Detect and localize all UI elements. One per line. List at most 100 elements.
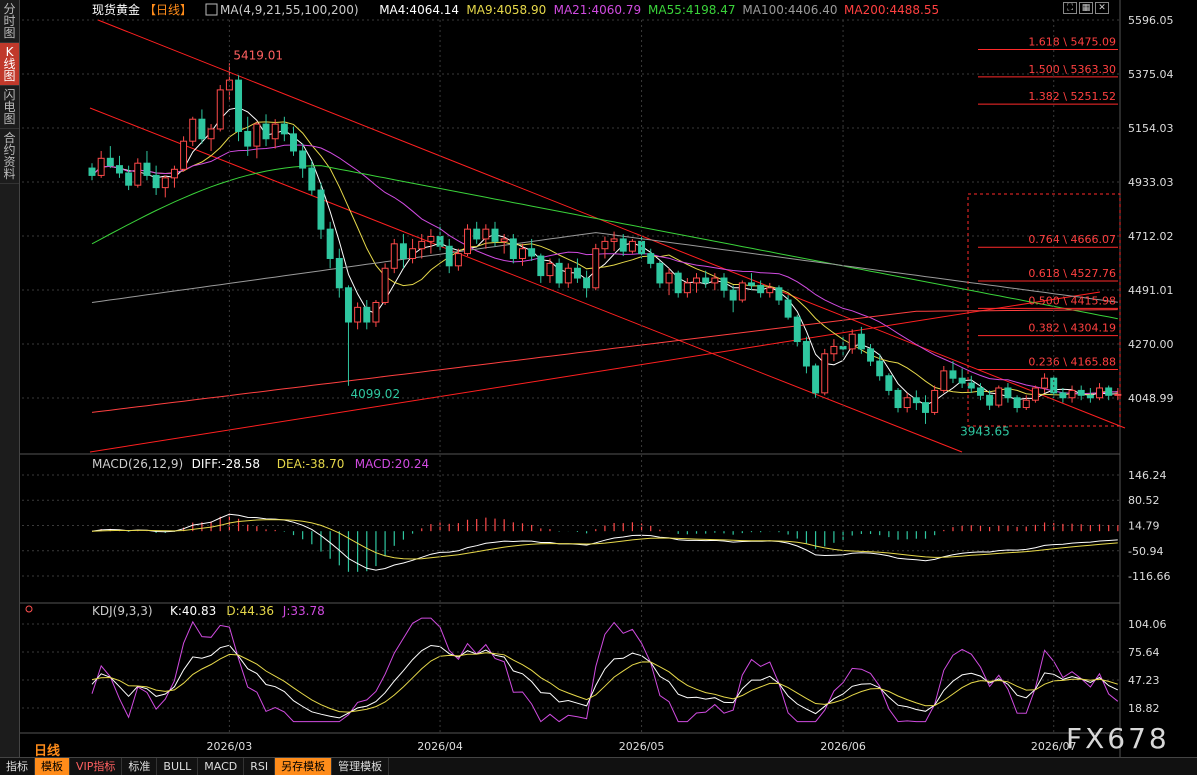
ma200-line — [91, 309, 1118, 413]
candle-body — [885, 375, 893, 391]
candle-body — [1013, 397, 1021, 409]
sidebar-tab-3[interactable]: 合约资料 — [0, 129, 19, 184]
candle-body — [537, 255, 545, 277]
toolbar-item-1[interactable]: 模板 — [35, 758, 70, 775]
candle — [564, 263, 572, 288]
macd-legend-3: MACD:20.24 — [355, 457, 429, 471]
fib-label-3: 0.764 \ 4666.07 — [1028, 233, 1116, 246]
fullscreen-icon[interactable]: ⛶ — [1063, 2, 1077, 14]
candle-body — [1105, 387, 1113, 396]
candle — [88, 163, 96, 181]
toolbar-item-2[interactable]: VIP指标 — [70, 758, 123, 775]
candle — [958, 368, 966, 388]
candle-body — [1114, 393, 1122, 396]
candle — [216, 85, 224, 132]
candle — [1086, 387, 1094, 403]
toolbar-item-4[interactable]: BULL — [157, 758, 199, 775]
candle-body — [1077, 389, 1085, 396]
toolbar-item-3[interactable]: 标准 — [122, 758, 158, 775]
candle-body — [88, 167, 96, 176]
candle-body — [821, 353, 829, 394]
candle-body — [876, 360, 884, 377]
kdj-axis-label: 47.23 — [1128, 674, 1160, 687]
toolbar-item-7[interactable]: 另存模板 — [275, 758, 333, 775]
candle-body — [418, 240, 426, 250]
candle-body — [152, 174, 160, 189]
toolbar-item-8[interactable]: 管理模板 — [332, 758, 390, 775]
candle-body — [97, 157, 105, 176]
sidebar-tab-1[interactable]: K线图 — [0, 43, 19, 86]
candle-body — [528, 248, 536, 257]
candle-body — [931, 389, 939, 413]
candle-body — [482, 228, 490, 240]
price-axis-label: 4048.99 — [1128, 392, 1174, 405]
candle-body — [555, 262, 563, 284]
toolbar-item-0[interactable]: 指标 — [0, 758, 35, 775]
price-axis-label: 5154.03 — [1128, 122, 1174, 135]
macd-axis-label: 146.24 — [1128, 469, 1167, 482]
candle-body — [729, 289, 737, 301]
candle — [106, 146, 114, 169]
candle-body — [216, 89, 224, 130]
candle — [729, 285, 737, 313]
window-buttons: ⛶ ▦ ✕ — [1063, 2, 1109, 14]
ma-legend-1: MA4:4064.14 — [379, 3, 459, 17]
sidebar-tab-2[interactable]: 闪电图 — [0, 86, 19, 129]
candle-body — [619, 238, 627, 252]
sidebar-tab-0[interactable]: 分时图 — [0, 0, 19, 43]
ma-legend-0: MA(4,9,21,55,100,200) — [220, 3, 359, 17]
candle — [940, 365, 948, 393]
candle — [1068, 385, 1076, 403]
kdj-settings-icon — [25, 605, 33, 613]
candle-body — [583, 277, 591, 289]
candle-body — [125, 172, 133, 186]
candle — [464, 224, 472, 257]
price-axis-label: 5375.04 — [1128, 68, 1174, 81]
candle-body — [766, 287, 774, 294]
candle — [848, 329, 856, 354]
candle-body — [381, 267, 389, 303]
candle — [601, 236, 609, 259]
fib-label-5: 0.500 \ 4415.98 — [1028, 294, 1116, 307]
candle — [821, 348, 829, 396]
candle-body — [308, 167, 316, 191]
toolbar-item-6[interactable]: RSI — [244, 758, 276, 775]
fx678-logo: FX678 — [1066, 722, 1170, 755]
grid-icon[interactable]: ▦ — [1079, 2, 1093, 14]
period-title: 【日线】 — [144, 3, 192, 17]
candle-body — [693, 277, 700, 284]
candle-body — [454, 253, 462, 267]
candle — [912, 390, 920, 410]
close-icon[interactable]: ✕ — [1095, 2, 1109, 14]
candle-body — [747, 282, 755, 286]
candle — [482, 224, 490, 249]
candle-body — [363, 306, 371, 323]
macd-legend-2: DEA:-38.70 — [277, 457, 345, 471]
candle-body — [299, 150, 307, 169]
kdj-axis-label: 18.82 — [1128, 702, 1160, 715]
candle-body — [757, 284, 765, 294]
candle-body — [161, 177, 169, 189]
candle-body — [976, 387, 984, 396]
candle-body — [519, 248, 526, 259]
fib-label-6: 0.382 \ 4304.19 — [1028, 322, 1116, 335]
chart-area[interactable]: 5596.05 5375.04 5154.03 4933.03 4712.02 4491.… — [20, 0, 1197, 757]
candle — [656, 260, 664, 288]
candle-body — [1068, 389, 1076, 399]
candle-body — [372, 301, 380, 323]
candle-body — [958, 377, 966, 384]
macd-axis-label: -50.94 — [1128, 545, 1163, 558]
toolbar-item-5[interactable]: MACD — [198, 758, 245, 775]
candle-body — [170, 168, 178, 179]
candle-body — [262, 123, 270, 140]
kdj-legend-1: K:40.83 — [170, 604, 216, 618]
candle-body — [830, 345, 838, 355]
macd-axis-label: 80.52 — [1128, 494, 1160, 507]
candle — [134, 158, 142, 188]
candle-body — [986, 394, 994, 406]
candle-body — [656, 262, 664, 284]
candle-body — [995, 387, 1003, 406]
candle — [189, 116, 197, 147]
candle — [995, 385, 1003, 408]
candle — [967, 375, 975, 393]
